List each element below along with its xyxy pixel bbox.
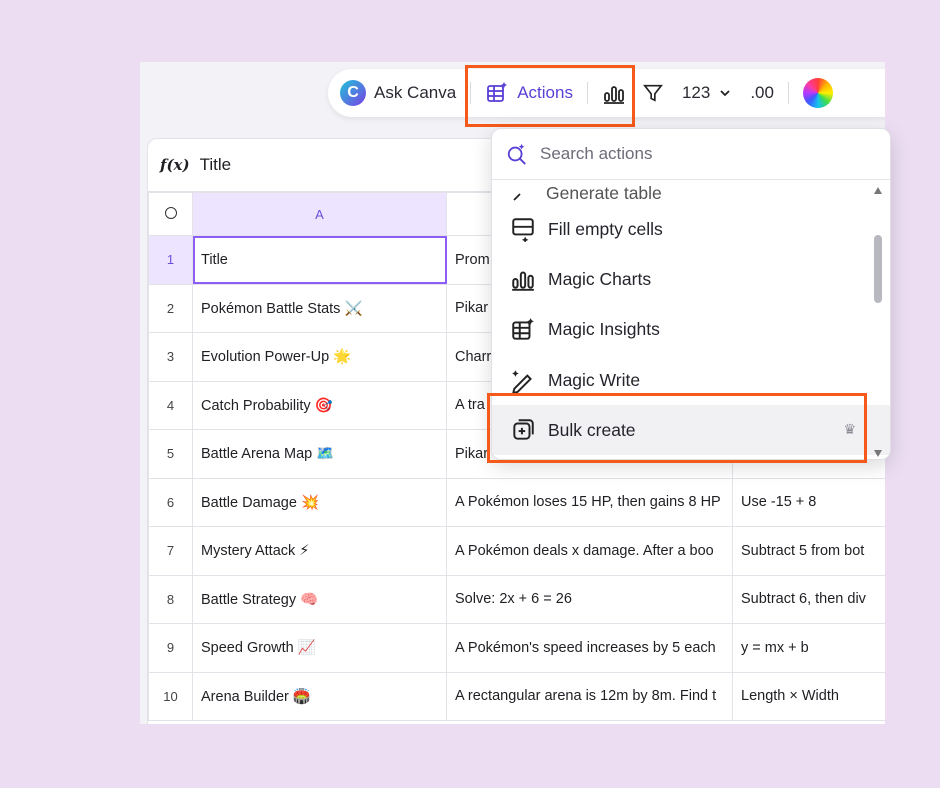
cell-a[interactable]: Battle Damage 💥 (192, 477, 447, 527)
actions-label: Actions (517, 83, 573, 102)
cell-b[interactable]: A rectangular arena is 12m by 8m. Find t (446, 671, 733, 721)
magic-charts-icon (603, 86, 624, 104)
menu-item-label: Magic Insights (548, 319, 660, 340)
toolbar-divider (787, 82, 789, 104)
table-row: 9 Speed Growth 📈 A Pokémon's speed increas… (148, 623, 885, 673)
row-number: 8 (148, 574, 193, 624)
menu-item-bulk-create[interactable]: Bulk create ♛ (492, 405, 890, 456)
menu-item-label: Magic Write (548, 369, 641, 390)
magic-search-icon (507, 143, 526, 165)
cell-c[interactable]: Subtract 6, then div (732, 574, 885, 624)
formula-bar-value: Title (199, 155, 232, 174)
magic-write-icon (512, 370, 532, 394)
crown-icon: ♛ (843, 421, 856, 438)
filter-button[interactable] (642, 82, 664, 104)
magic-charts-icon (512, 271, 534, 292)
toolbar-divider (586, 82, 588, 104)
canva-logo-icon: C (340, 80, 366, 106)
cell-b[interactable]: A Pokémon's speed increases by 5 each (446, 623, 733, 673)
scroll-down-icon[interactable] (874, 450, 882, 457)
menu-item-fill-empty-cells[interactable]: Fill empty cells (492, 204, 890, 254)
menu-item-magic-insights[interactable]: Magic Insights (492, 305, 890, 355)
search-actions-row (492, 129, 890, 180)
row-number: 2 (148, 283, 193, 333)
select-all-button[interactable] (148, 192, 193, 236)
table-row: 7 Mystery Attack ⚡ A Pokémon deals x damag… (148, 526, 885, 576)
row-number: 6 (148, 477, 193, 527)
floating-toolbar: C Ask Canva Actions 123 .00 (328, 69, 885, 117)
decimal-label: .00 (750, 83, 774, 102)
function-icon: f(x) (160, 156, 190, 174)
row-number: 5 (148, 429, 193, 479)
fill-cells-icon (512, 218, 534, 243)
menu-item-magic-charts[interactable]: Magic Charts (492, 254, 890, 304)
row-number: 3 (148, 332, 193, 382)
row-number: 10 (148, 671, 193, 721)
menu-item-label: Bulk create (548, 419, 636, 440)
menu-scrollbar[interactable] (874, 187, 882, 457)
actions-button[interactable]: Actions (485, 81, 573, 105)
scroll-thumb[interactable] (874, 235, 882, 303)
menu-item-label: Magic Charts (548, 268, 652, 289)
cell-a[interactable]: Battle Arena Map 🗺️ (192, 429, 447, 479)
table-row: 8 Battle Strategy 🧠 Solve: 2x + 6 = 26 Subt… (148, 574, 885, 624)
menu-item-label: Fill empty cells (548, 218, 663, 239)
circle-icon (164, 206, 177, 219)
cell-a[interactable]: Title (192, 235, 447, 285)
magic-charts-toolbar-button[interactable] (602, 81, 626, 105)
cell-b[interactable]: A Pokémon loses 15 HP, then gains 8 HP (446, 477, 733, 527)
menu-list: Fill empty cells Magic Charts Magic Insigh… (492, 204, 890, 456)
cell-c[interactable]: Use -15 + 8 (732, 477, 885, 527)
number-format-label: 123 (681, 83, 711, 102)
ask-canva-label: Ask Canva (374, 83, 457, 102)
cell-c[interactable]: Length × Width (732, 671, 885, 721)
cell-a[interactable]: Evolution Power-Up 🌟 (192, 332, 447, 382)
color-wheel-icon (802, 78, 833, 108)
scroll-up-icon[interactable] (874, 187, 882, 194)
cell-c[interactable]: y = mx + b (732, 623, 885, 673)
actions-dropdown: Generate table Fill empty cells Magic Cha… (491, 128, 891, 460)
toolbar-divider (470, 82, 472, 104)
cell-a[interactable]: Mystery Attack ⚡ (192, 526, 447, 576)
table-row: 6 Battle Damage 💥 A Pokémon loses 15 HP, t… (148, 477, 885, 527)
ask-canva-button[interactable]: C Ask Canva (340, 80, 456, 106)
table-row: 10 Arena Builder 🏟️ A rectangular arena is… (148, 671, 885, 721)
column-header-a[interactable]: A (192, 192, 447, 236)
search-actions-input[interactable] (540, 144, 820, 164)
bulk-create-icon (513, 419, 534, 440)
menu-item-label: Generate table (546, 183, 662, 203)
row-number: 4 (148, 380, 193, 430)
menu-item-generate-table[interactable]: Generate table (492, 180, 890, 204)
chevron-down-icon (720, 90, 730, 97)
cell-a[interactable]: Arena Builder 🏟️ (192, 671, 447, 721)
filter-icon (643, 84, 663, 102)
cell-a[interactable]: Battle Strategy 🧠 (192, 574, 447, 624)
actions-icon (487, 82, 508, 102)
cell-b[interactable]: A Pokémon deals x damage. After a boo (446, 526, 733, 576)
cell-c[interactable]: Subtract 5 from bot (732, 526, 885, 576)
cell-a[interactable]: Catch Probability 🎯 (192, 380, 447, 430)
row-number: 9 (148, 623, 193, 673)
color-picker-button[interactable] (802, 78, 833, 108)
number-format-dropdown[interactable]: 123 (682, 83, 732, 103)
menu-item-magic-write[interactable]: Magic Write (492, 355, 890, 405)
cell-a[interactable]: Speed Growth 📈 (192, 623, 447, 673)
cell-b[interactable]: Solve: 2x + 6 = 26 (446, 574, 733, 624)
cell-a[interactable]: Pokémon Battle Stats ⚔️ (192, 283, 447, 333)
row-number: 7 (148, 526, 193, 576)
row-number: 1 (148, 235, 193, 285)
generate-table-icon (513, 193, 521, 201)
magic-insights-icon (512, 317, 534, 340)
decimal-places-button[interactable]: .00 (750, 83, 774, 103)
